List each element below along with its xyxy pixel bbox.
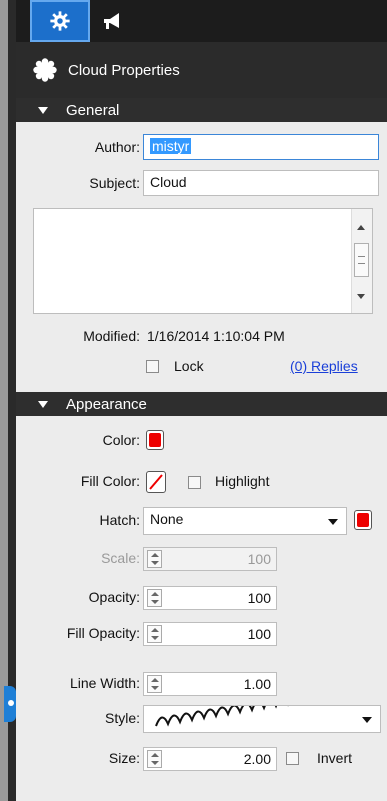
comment-textarea[interactable] — [33, 208, 373, 314]
author-field[interactable]: mistyr — [143, 134, 379, 160]
hatch-value: None — [150, 511, 184, 527]
subject-field[interactable]: Cloud — [143, 170, 379, 196]
size-stepper[interactable]: 2.00 — [143, 747, 277, 771]
gear-icon — [50, 11, 70, 31]
stepper-arrows-icon[interactable] — [147, 675, 162, 693]
subject-value: Cloud — [150, 174, 187, 190]
scroll-up-icon[interactable] — [357, 225, 365, 230]
author-label: Author: — [94, 139, 140, 155]
stepper-arrows-icon[interactable] — [147, 589, 162, 607]
tab-properties[interactable] — [30, 0, 90, 42]
lock-label: Lock — [174, 358, 204, 374]
hatch-label: Hatch: — [99, 512, 140, 528]
opacity-value: 100 — [247, 590, 271, 606]
stepper-arrows-icon[interactable] — [147, 550, 162, 568]
cloud-gear-icon — [32, 57, 58, 83]
subject-row: Subject: Cloud — [16, 170, 387, 198]
panel-title-bar: Cloud Properties — [16, 42, 387, 98]
color-row: Color: — [16, 427, 387, 455]
fill-opacity-value: 100 — [247, 626, 271, 642]
scale-label: Scale: — [101, 550, 140, 566]
color-label: Color: — [102, 432, 140, 448]
highlight-checkbox[interactable] — [188, 476, 201, 489]
line-width-value: 1.00 — [243, 676, 271, 692]
hatch-color-swatch[interactable] — [354, 510, 372, 530]
subject-label: Subject: — [89, 175, 140, 191]
modified-value: 1/16/2014 1:10:04 PM — [147, 328, 285, 344]
tab-markup[interactable] — [90, 0, 134, 42]
scale-row: Scale: 100 — [16, 545, 387, 573]
chevron-down-icon — [362, 717, 372, 723]
comment-scrollbar[interactable] — [351, 209, 372, 313]
section-general-header[interactable]: General — [16, 98, 387, 122]
invert-checkbox[interactable] — [286, 752, 299, 765]
megaphone-icon — [104, 13, 119, 29]
fill-opacity-stepper[interactable]: 100 — [143, 622, 277, 646]
fill-color-row: Fill Color: Highlight — [16, 468, 387, 496]
replies-link[interactable]: (0) Replies — [290, 358, 358, 374]
scroll-down-icon[interactable] — [357, 294, 365, 299]
scale-stepper[interactable]: 100 — [143, 547, 277, 571]
lock-row: Lock (0) Replies — [16, 353, 387, 381]
panel-title: Cloud Properties — [68, 61, 180, 79]
cloud-line-style-icon — [155, 706, 289, 727]
section-appearance-header[interactable]: Appearance — [16, 392, 387, 416]
author-row: Author: mistyr — [16, 134, 387, 162]
left-dock-strip — [0, 0, 16, 801]
line-width-stepper[interactable]: 1.00 — [143, 672, 277, 696]
fill-color-label: Fill Color: — [80, 473, 140, 489]
section-appearance-title: Appearance — [66, 395, 147, 413]
highlight-label: Highlight — [215, 473, 270, 489]
line-width-label: Line Width: — [69, 675, 140, 691]
panel-tabbar — [16, 0, 387, 42]
size-row: Size: 2.00 Invert — [16, 745, 387, 773]
no-fill-slash-icon — [149, 474, 163, 490]
invert-label: Invert — [317, 750, 353, 766]
style-select[interactable] — [143, 705, 381, 733]
properties-panel: Cloud Properties General Author: mistyr … — [16, 0, 387, 801]
fill-color-swatch[interactable] — [146, 471, 166, 493]
scroll-thumb[interactable] — [354, 243, 369, 277]
panel-collapse-handle[interactable] — [4, 686, 16, 722]
hatch-row: Hatch: None — [16, 507, 387, 535]
collapse-triangle-icon — [38, 400, 48, 408]
opacity-label: Opacity: — [88, 589, 140, 605]
modified-row: Modified: 1/16/2014 1:10:04 PM — [16, 323, 387, 351]
chevron-down-icon — [328, 519, 338, 525]
opacity-stepper[interactable]: 100 — [143, 586, 277, 610]
collapse-triangle-icon — [38, 106, 48, 114]
lock-checkbox[interactable] — [146, 360, 159, 373]
stepper-arrows-icon[interactable] — [147, 750, 162, 768]
opacity-row: Opacity: 100 — [16, 584, 387, 612]
size-value: 2.00 — [243, 751, 271, 767]
style-row: Style: — [16, 705, 387, 733]
style-label: Style: — [104, 710, 140, 726]
color-swatch-fill — [149, 433, 161, 447]
fill-opacity-label: Fill Opacity: — [66, 625, 140, 641]
stepper-arrows-icon[interactable] — [147, 625, 162, 643]
left-dock-divider — [8, 0, 16, 801]
hatch-color-fill — [357, 513, 369, 527]
size-label: Size: — [108, 750, 140, 766]
hatch-select[interactable]: None — [143, 507, 347, 535]
section-general-title: General — [66, 101, 120, 119]
fill-opacity-row: Fill Opacity: 100 — [16, 620, 387, 648]
modified-label: Modified: — [83, 328, 140, 344]
author-value: mistyr — [150, 138, 192, 154]
scale-value: 100 — [247, 551, 271, 567]
line-width-row: Line Width: 1.00 — [16, 670, 387, 698]
color-swatch[interactable] — [146, 430, 164, 450]
